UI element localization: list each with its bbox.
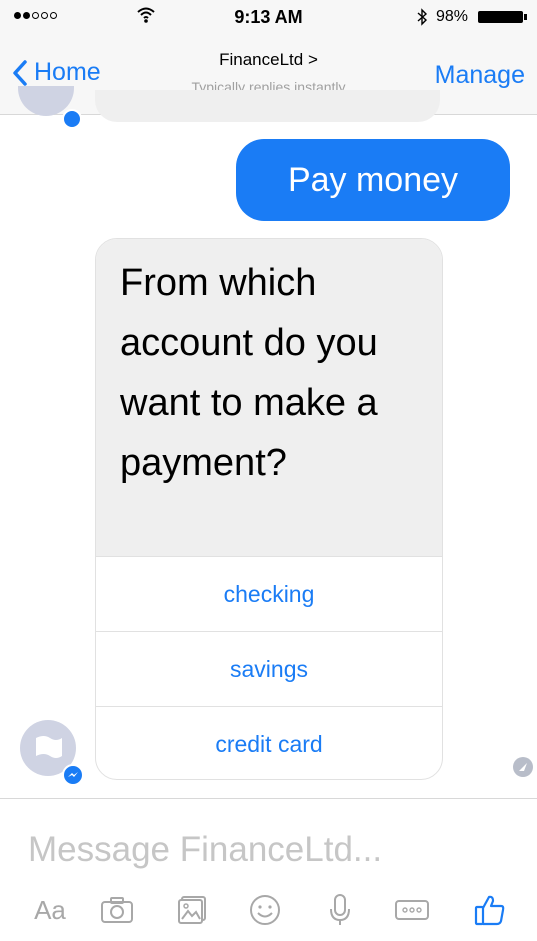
sent-message-bubble: Pay money [236,139,510,221]
camera-button[interactable] [95,885,139,935]
composer-divider [0,798,537,799]
option-credit-card-button[interactable]: credit card [96,706,442,779]
bot-question-card: From which account do you want to make a… [95,238,443,780]
bluetooth-icon [417,8,428,26]
more-icon [395,900,429,920]
emoji-button[interactable] [245,885,285,935]
read-receipt-icon [513,757,533,777]
microphone-icon [330,894,350,925]
option-savings-button[interactable]: savings [96,631,442,707]
microphone-button[interactable] [322,885,358,935]
messenger-badge-icon [62,109,82,129]
battery-icon [478,11,527,23]
messenger-badge-icon [62,764,84,786]
question-text: From which account do you want to make a… [120,262,378,484]
emoji-icon [250,895,280,925]
composer-toolbar: Aa [0,885,537,941]
more-button[interactable] [390,885,434,935]
battery-percent: 98% [436,8,469,25]
like-button[interactable] [468,885,512,935]
camera-icon [101,897,133,923]
photo-icon [178,896,206,924]
thumbs-up-icon [474,895,505,926]
photo-button[interactable] [172,885,212,935]
question-bubble: From which account do you want to make a… [96,239,442,556]
text-style-button[interactable]: Aa [30,885,70,935]
option-checking-button[interactable]: checking [96,556,442,632]
previous-message-bubble [95,90,440,122]
message-input[interactable] [28,822,508,878]
status-bar: 9:13 AM 98% [0,0,537,34]
manage-button[interactable]: Manage [435,61,525,90]
